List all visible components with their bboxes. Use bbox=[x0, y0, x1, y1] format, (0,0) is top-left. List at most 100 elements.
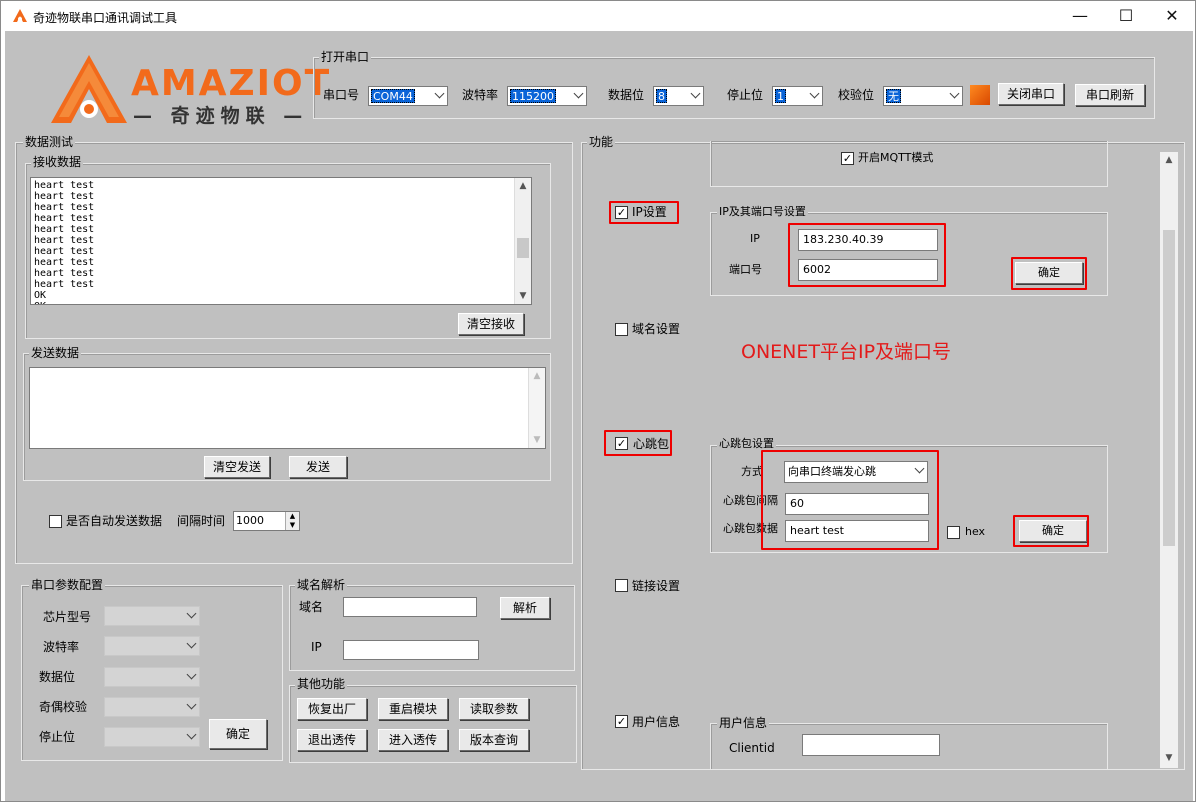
domain-input[interactable] bbox=[343, 597, 477, 617]
scroll-up-icon[interactable]: ▲ bbox=[529, 368, 545, 384]
window-title: 奇迹物联串口通讯调试工具 bbox=[33, 11, 178, 25]
app-logo-icon bbox=[13, 9, 27, 22]
parity-value: 无 bbox=[886, 89, 901, 103]
send-button[interactable]: 发送 bbox=[289, 456, 347, 478]
brand-name: AMAZIOT bbox=[131, 63, 332, 104]
data-test-legend: 数据测试 bbox=[23, 135, 76, 149]
clear-receive-button[interactable]: 清空接收 bbox=[458, 313, 524, 335]
user-info-checkbox[interactable]: ✓ bbox=[615, 715, 628, 728]
domain-label: 域名 bbox=[299, 600, 324, 614]
receive-scrollbar[interactable]: ▲ ▼ bbox=[514, 178, 531, 304]
interval-spinbox[interactable]: 1000 ▲ ▼ bbox=[233, 511, 300, 531]
scroll-thumb[interactable] bbox=[517, 238, 529, 258]
scroll-up-icon[interactable]: ▲ bbox=[515, 178, 531, 194]
version-query-button[interactable]: 版本查询 bbox=[459, 729, 529, 751]
chevron-down-icon bbox=[573, 88, 584, 99]
cfg-parity-label: 奇偶校验 bbox=[39, 700, 88, 714]
function-scrollbar[interactable]: ▲ ▼ bbox=[1160, 152, 1178, 768]
serial-open-legend: 打开串口 bbox=[319, 50, 372, 64]
cfg-stopbits-label: 停止位 bbox=[39, 730, 76, 744]
clear-send-button[interactable]: 清空发送 bbox=[204, 456, 270, 478]
cfg-baud-select[interactable] bbox=[104, 636, 200, 656]
close-port-button[interactable]: 关闭串口 bbox=[998, 83, 1064, 105]
parity-label: 校验位 bbox=[838, 88, 875, 102]
chevron-down-icon bbox=[186, 638, 197, 649]
highlight-heartbeat-settings bbox=[761, 450, 939, 550]
port-field-label: 端口号 bbox=[729, 263, 762, 276]
databits-select[interactable]: 8 bbox=[653, 86, 704, 106]
title-bar: 奇迹物联串口通讯调试工具 — ☐ ✕ bbox=[1, 1, 1195, 31]
annotation-text: ONENET平台IP及端口号 bbox=[741, 341, 952, 363]
stopbits-value: 1 bbox=[775, 89, 786, 103]
mqtt-label: 开启MQTT模式 bbox=[858, 151, 934, 164]
scroll-thumb[interactable] bbox=[1163, 230, 1175, 546]
link-setting-checkbox[interactable] bbox=[615, 579, 628, 592]
clientid-input[interactable] bbox=[802, 734, 940, 756]
chip-label: 芯片型号 bbox=[43, 610, 92, 624]
highlight-ip-port bbox=[788, 223, 946, 287]
brand-subtitle: — 奇迹物联 — bbox=[133, 105, 309, 127]
scroll-down-icon[interactable]: ▼ bbox=[529, 432, 545, 448]
function-legend: 功能 bbox=[587, 135, 616, 149]
serial-config-legend: 串口参数配置 bbox=[29, 578, 106, 592]
databits-label: 数据位 bbox=[608, 88, 645, 102]
amaziot-logo-icon bbox=[51, 55, 127, 123]
minimize-button[interactable]: — bbox=[1057, 1, 1103, 31]
chevron-down-icon bbox=[186, 699, 197, 710]
chevron-down-icon bbox=[809, 88, 820, 99]
baud-select[interactable]: 115200 bbox=[507, 86, 587, 106]
hex-checkbox[interactable] bbox=[947, 526, 960, 539]
scroll-down-icon[interactable]: ▼ bbox=[515, 288, 531, 304]
chevron-down-icon bbox=[186, 608, 197, 619]
parity-select[interactable]: 无 bbox=[883, 86, 963, 106]
interval-value: 1000 bbox=[236, 514, 264, 527]
factory-reset-button[interactable]: 恢复出厂 bbox=[297, 698, 367, 720]
status-indicator bbox=[970, 85, 990, 105]
send-scrollbar[interactable]: ▲ ▼ bbox=[528, 368, 545, 448]
config-ok-button[interactable]: 确定 bbox=[209, 719, 267, 749]
chip-select[interactable] bbox=[104, 606, 200, 626]
spin-down-icon[interactable]: ▼ bbox=[285, 521, 299, 530]
dns-ip-label: IP bbox=[311, 640, 322, 654]
baud-label: 波特率 bbox=[462, 88, 499, 102]
receive-textarea[interactable]: heart test heart test heart test heart t… bbox=[30, 177, 532, 305]
stopbits-select[interactable]: 1 bbox=[772, 86, 823, 106]
close-button[interactable]: ✕ bbox=[1149, 1, 1195, 31]
dns-legend: 域名解析 bbox=[295, 578, 348, 592]
domain-setting-label: 域名设置 bbox=[632, 322, 681, 336]
clientid-label: Clientid bbox=[729, 741, 775, 755]
port-select[interactable]: COM44 bbox=[368, 86, 448, 106]
auto-send-checkbox[interactable] bbox=[49, 515, 62, 528]
highlight-ip-ok bbox=[1011, 257, 1087, 290]
scroll-down-icon[interactable]: ▼ bbox=[1160, 750, 1178, 766]
domain-setting-checkbox[interactable] bbox=[615, 323, 628, 336]
exit-passthrough-button[interactable]: 退出透传 bbox=[297, 729, 367, 751]
chevron-down-icon bbox=[434, 88, 445, 99]
read-params-button[interactable]: 读取参数 bbox=[459, 698, 529, 720]
client-area: AMAZIOT — 奇迹物联 — 打开串口 串口号 COM44 波特率 1152… bbox=[5, 31, 1193, 801]
restart-module-button[interactable]: 重启模块 bbox=[378, 698, 448, 720]
user-info-legend: 用户信息 bbox=[717, 716, 770, 730]
link-setting-label: 链接设置 bbox=[632, 579, 681, 593]
chevron-down-icon bbox=[690, 88, 701, 99]
user-info-label: 用户信息 bbox=[632, 715, 681, 729]
mqtt-checkbox[interactable]: ✓ bbox=[841, 152, 854, 165]
highlight-heartbeat-ok bbox=[1013, 515, 1089, 547]
scroll-up-icon[interactable]: ▲ bbox=[1160, 152, 1178, 168]
cfg-stopbits-select[interactable] bbox=[104, 727, 200, 747]
refresh-port-button[interactable]: 串口刷新 bbox=[1075, 84, 1145, 106]
maximize-button[interactable]: ☐ bbox=[1103, 1, 1149, 31]
enter-passthrough-button[interactable]: 进入透传 bbox=[378, 729, 448, 751]
send-textarea[interactable]: ▲ ▼ bbox=[29, 367, 546, 449]
chevron-down-icon bbox=[949, 88, 960, 99]
resolve-button[interactable]: 解析 bbox=[500, 597, 550, 619]
dns-ip-input[interactable] bbox=[343, 640, 479, 660]
cfg-databits-label: 数据位 bbox=[39, 670, 76, 684]
spin-up-icon[interactable]: ▲ bbox=[285, 512, 299, 521]
chevron-down-icon bbox=[186, 729, 197, 740]
cfg-parity-select[interactable] bbox=[104, 697, 200, 717]
cfg-databits-select[interactable] bbox=[104, 667, 200, 687]
receive-legend: 接收数据 bbox=[31, 155, 84, 169]
highlight-heartbeat bbox=[604, 430, 672, 456]
mode-label: 方式 bbox=[741, 465, 763, 478]
